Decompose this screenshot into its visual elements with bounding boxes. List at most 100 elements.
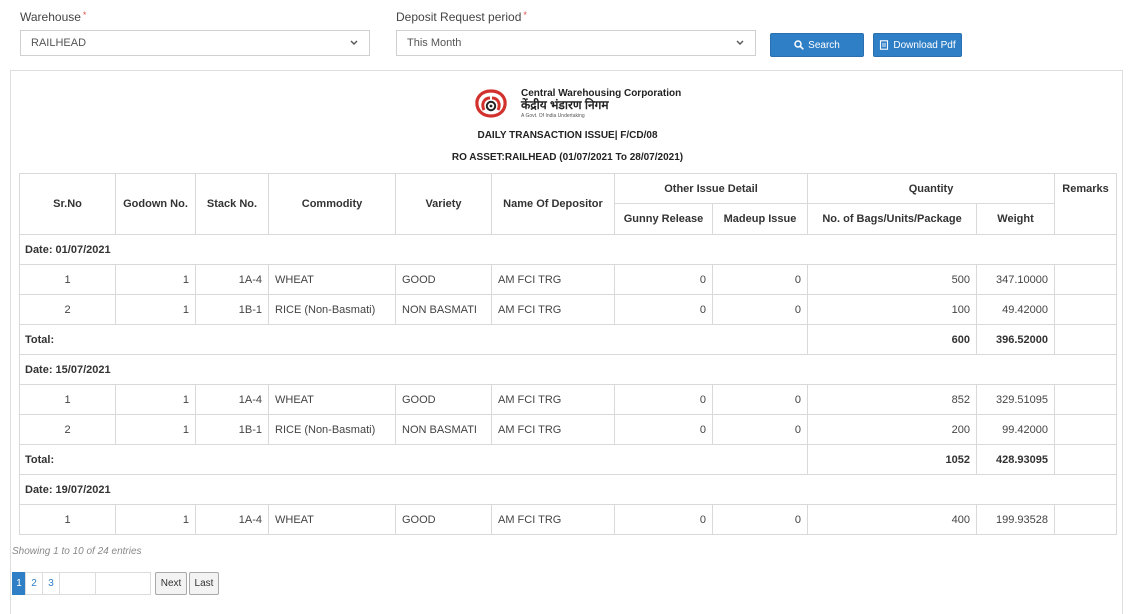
search-icon <box>794 40 805 50</box>
org-name-hindi: केंद्रीय भंडारण निगम <box>521 98 609 112</box>
pagination: 1 2 3 Next Last <box>12 572 219 595</box>
table-row: 2 1 1B-1 RICE (Non-Basmati) NON BASMATI … <box>19 414 1118 445</box>
total-remarks <box>1054 324 1118 355</box>
cell-madeup: 0 <box>711 504 809 535</box>
download-pdf-button[interactable]: Download Pdf <box>873 33 962 57</box>
cell-madeup: 0 <box>711 384 809 415</box>
filters-bar: Warehouse * RAILHEAD Deposit Request peri… <box>0 0 1132 64</box>
warehouse-label-text: Warehouse <box>20 10 81 24</box>
cell-madeup: 0 <box>711 414 809 445</box>
date-label: Date: 01/07/2021 <box>18 234 1118 265</box>
cell-srno: 1 <box>19 264 116 295</box>
total-weight: 428.93095 <box>976 444 1056 475</box>
date-row: Date: 01/07/2021 <box>18 234 1118 265</box>
last-button[interactable]: Last <box>189 572 219 595</box>
date-label: Date: 15/07/2021 <box>18 354 1118 385</box>
search-button-label: Search <box>808 39 840 51</box>
col-header-bags: No. of Bags/Units/Package <box>807 203 978 235</box>
warehouse-label: Warehouse * <box>20 10 86 24</box>
cell-srno: 1 <box>19 504 116 535</box>
report-subtitle: RO ASSET:RAILHEAD (01/07/2021 To 28/07/2… <box>451 152 684 163</box>
cell-depositor: AM FCI TRG <box>491 504 615 535</box>
total-label: Total: <box>18 444 809 475</box>
table-row: 2 1 1B-1 RICE (Non-Basmati) NON BASMATI … <box>19 294 1118 325</box>
next-button[interactable]: Next <box>155 572 187 595</box>
cell-commodity: RICE (Non-Basmati) <box>268 414 396 445</box>
table-row: 1 1 1A-4 WHEAT GOOD AM FCI TRG 0 0 500 3… <box>19 264 1118 295</box>
cell-variety: GOOD <box>395 384 492 415</box>
cell-remarks <box>1054 414 1118 445</box>
col-header-depositor: Name Of Depositor <box>491 173 615 235</box>
cell-gunny: 0 <box>614 504 713 535</box>
page-1-button[interactable]: 1 <box>12 572 26 595</box>
period-select-value: This Month <box>407 37 462 49</box>
col-header-remarks-cont <box>1054 203 1118 235</box>
cell-godown: 1 <box>115 384 196 415</box>
total-row: Total: 1052 428.93095 <box>18 444 1118 475</box>
col-header-remarks: Remarks <box>1054 173 1118 204</box>
col-header-godown: Godown No. <box>115 173 196 235</box>
report-title: DAILY TRANSACTION ISSUE| F/CD/08 <box>477 130 658 141</box>
transaction-table: Sr.No Godown No. Stack No. Commodity Var… <box>18 173 1118 535</box>
cell-bags: 852 <box>807 384 978 415</box>
pdf-icon <box>880 40 889 50</box>
total-bags: 1052 <box>807 444 978 475</box>
cell-gunny: 0 <box>614 294 713 325</box>
col-header-srno: Sr.No <box>19 173 116 235</box>
cell-commodity: WHEAT <box>268 264 396 295</box>
cell-variety: GOOD <box>395 264 492 295</box>
required-mark: * <box>82 10 87 20</box>
cell-stack: 1A-4 <box>195 504 269 535</box>
cell-weight: 199.93528 <box>976 504 1056 535</box>
download-pdf-label: Download Pdf <box>893 39 956 51</box>
report-panel: Central Warehousing Corporation केंद्रीय… <box>10 70 1123 614</box>
col-header-other-issue: Other Issue Detail <box>613 173 809 204</box>
cell-godown: 1 <box>115 264 196 295</box>
total-remarks <box>1054 444 1118 475</box>
col-header-variety: Variety <box>395 173 492 235</box>
date-row: Date: 15/07/2021 <box>18 354 1118 385</box>
cell-commodity: WHEAT <box>268 384 396 415</box>
cell-weight: 49.42000 <box>976 294 1056 325</box>
cell-madeup: 0 <box>711 264 809 295</box>
chevron-down-icon <box>350 40 358 45</box>
cell-gunny: 0 <box>614 414 713 445</box>
search-button[interactable]: Search <box>770 33 864 57</box>
cell-bags: 500 <box>807 264 978 295</box>
cell-depositor: AM FCI TRG <box>491 414 615 445</box>
cell-variety: GOOD <box>395 504 492 535</box>
table-row: 1 1 1A-4 WHEAT GOOD AM FCI TRG 0 0 400 1… <box>19 504 1118 535</box>
col-header-stack: Stack No. <box>195 173 269 235</box>
page-3-button[interactable]: 3 <box>42 572 60 595</box>
cell-stack: 1A-4 <box>195 384 269 415</box>
cell-variety: NON BASMATI <box>395 294 492 325</box>
cell-madeup: 0 <box>711 294 809 325</box>
warehouse-select[interactable]: RAILHEAD <box>20 30 370 56</box>
cell-bags: 100 <box>807 294 978 325</box>
col-header-commodity: Commodity <box>268 173 396 235</box>
warehouse-select-value: RAILHEAD <box>31 37 87 49</box>
cell-godown: 1 <box>115 294 196 325</box>
total-weight: 396.52000 <box>976 324 1056 355</box>
cell-stack: 1B-1 <box>195 414 269 445</box>
date-label: Date: 19/07/2021 <box>18 474 1118 505</box>
cell-gunny: 0 <box>614 264 713 295</box>
cell-depositor: AM FCI TRG <box>491 384 615 415</box>
cell-gunny: 0 <box>614 384 713 415</box>
table-row: 1 1 1A-4 WHEAT GOOD AM FCI TRG 0 0 852 3… <box>19 384 1118 415</box>
cell-depositor: AM FCI TRG <box>491 294 615 325</box>
cell-godown: 1 <box>115 504 196 535</box>
page-blank-button[interactable] <box>59 572 96 595</box>
date-row: Date: 19/07/2021 <box>18 474 1118 505</box>
col-header-madeup: Madeup Issue <box>711 203 809 235</box>
page-blank-button[interactable] <box>95 572 151 595</box>
period-select[interactable]: This Month <box>396 30 756 56</box>
cell-commodity: WHEAT <box>268 504 396 535</box>
chevron-down-icon <box>736 40 744 45</box>
page-2-button[interactable]: 2 <box>25 572 43 595</box>
total-label: Total: <box>18 324 809 355</box>
cell-stack: 1A-4 <box>195 264 269 295</box>
org-header: Central Warehousing Corporation केंद्रीय… <box>473 88 693 124</box>
required-mark: * <box>523 10 527 20</box>
org-subtitle: A Govt. Of India Undertaking <box>521 113 585 119</box>
